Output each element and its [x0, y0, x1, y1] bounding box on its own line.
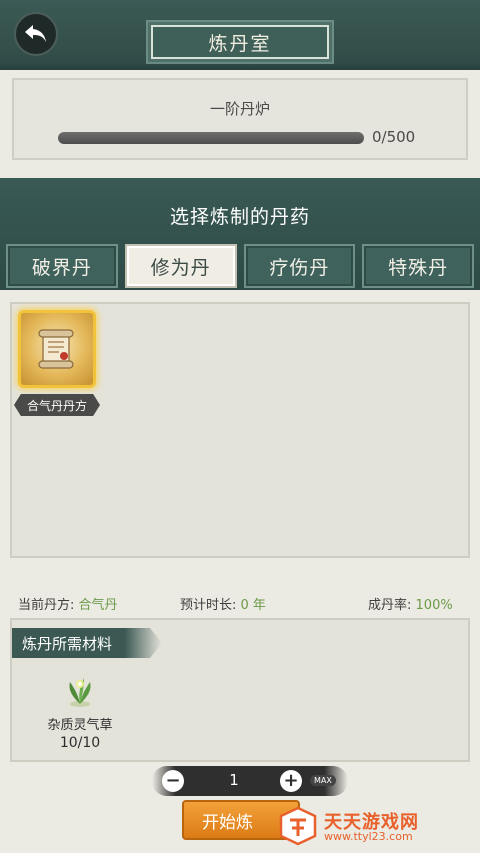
- materials-title: 炼丹所需材料: [12, 628, 162, 658]
- success-rate-info: 成丹率: 100%: [368, 594, 453, 613]
- recipe-frame: [18, 310, 96, 388]
- scroll-icon: [38, 329, 74, 369]
- tab-pojie[interactable]: 破界丹: [6, 244, 118, 288]
- materials-panel: 炼丹所需材料 杂质灵气草 10/10: [10, 618, 470, 762]
- duration-value: 0 年: [240, 598, 266, 613]
- recipe-name: 合气丹丹方: [14, 394, 100, 416]
- max-button[interactable]: MAX: [310, 775, 336, 786]
- back-button[interactable]: [14, 12, 58, 56]
- watermark-url: www.ttyl23.com: [324, 830, 413, 843]
- select-title: 选择炼制的丹药: [169, 206, 310, 228]
- recipe-item[interactable]: 合气丹丹方: [14, 310, 100, 416]
- recipe-info-row: 当前丹方: 合气丹 预计时长: 0 年 成丹率: 100%: [18, 594, 462, 614]
- duration-info: 预计时长: 0 年: [180, 594, 266, 613]
- top-bar: 炼丹室: [0, 0, 480, 70]
- furnace-progress-text: 0/500: [372, 128, 416, 146]
- material-item[interactable]: 杂质灵气草 10/10: [40, 674, 120, 751]
- tab-xiuwei[interactable]: 修为丹: [124, 244, 237, 288]
- watermark: 天天游戏网 www.ttyl23.com: [278, 804, 468, 848]
- back-arrow-icon: [25, 25, 46, 42]
- herb-icon: [60, 674, 100, 710]
- furnace-panel: 一阶丹炉 0/500: [12, 78, 468, 160]
- furnace-progress-fill: [58, 132, 364, 144]
- minus-button[interactable]: −: [162, 770, 184, 792]
- quantity-value: 1: [229, 771, 239, 789]
- tab-liaoshang[interactable]: 疗伤丹: [243, 244, 356, 288]
- material-name: 杂质灵气草: [47, 718, 113, 733]
- plus-button[interactable]: +: [280, 770, 302, 792]
- material-count: 10/10: [59, 735, 101, 751]
- duration-label: 预计时长:: [180, 598, 237, 613]
- current-recipe-label: 当前丹方:: [18, 598, 75, 613]
- current-recipe-value: 合气丹: [78, 598, 118, 613]
- success-rate-label: 成丹率:: [368, 598, 412, 613]
- success-rate-value: 100%: [415, 598, 453, 613]
- current-recipe-info: 当前丹方: 合气丹: [18, 594, 118, 613]
- furnace-progress-bar: [58, 132, 364, 144]
- quantity-stepper: − 1 + MAX: [152, 766, 348, 796]
- page-title: 炼丹室: [208, 32, 272, 55]
- pill-category-tabs: 破界丹 修为丹 疗伤丹 特殊丹: [6, 244, 474, 288]
- title-plate: 炼丹室: [146, 20, 334, 64]
- furnace-name: 一阶丹炉: [209, 100, 270, 118]
- tab-teshu[interactable]: 特殊丹: [362, 244, 474, 288]
- recipe-grid: 合气丹丹方: [10, 302, 470, 558]
- watermark-logo-icon: [279, 806, 317, 846]
